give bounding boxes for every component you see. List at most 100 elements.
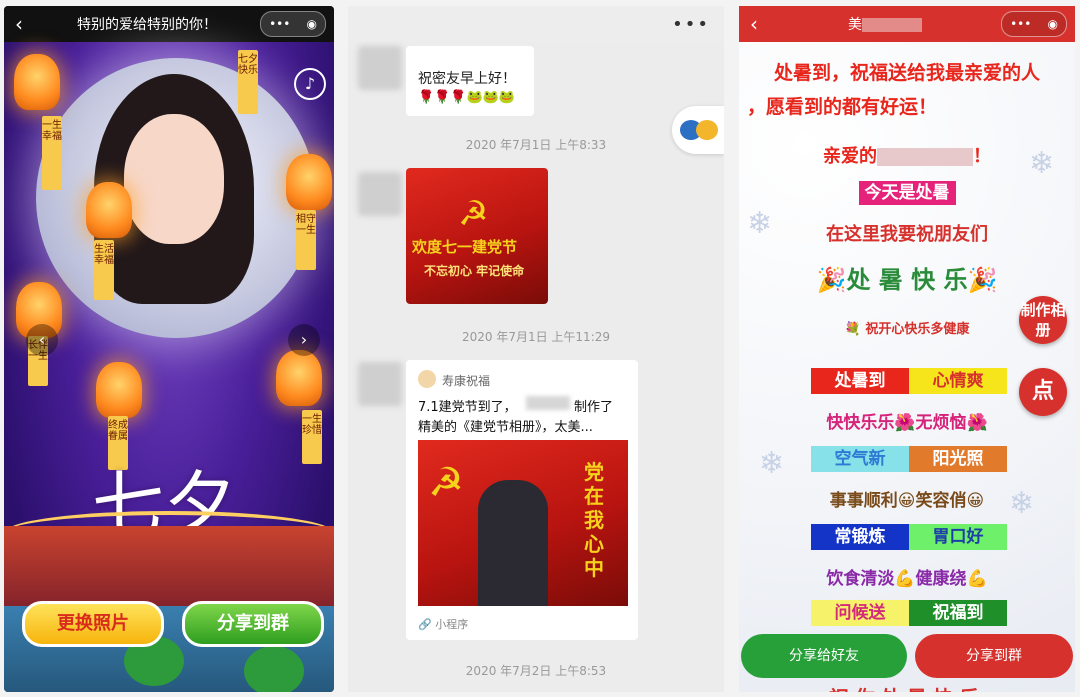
bottom-peek-line: 祝你处暑快乐 [739,682,1075,692]
pair-left: 处暑到 [811,368,909,394]
greeting-pair: 处暑到 心情爽 [811,368,1007,394]
happy-chushu-line: 🎉处 暑 快 乐🎉 [739,260,1075,295]
banner-scroll: 相守一生 [296,210,316,270]
blurred-name [877,148,973,166]
lotus-leaf [244,646,304,692]
change-photo-button[interactable]: 更换照片 [22,601,164,647]
today-line: 今天是处暑 [739,178,1075,205]
source-name: 寿康祝福 [442,374,491,388]
pair-right: 胃口好 [909,524,1007,550]
share-to-group-button[interactable]: 分享到群 [915,634,1073,678]
prev-arrow-icon[interactable]: ‹ [26,324,58,356]
qixi-album-panel: ‹ 特别的爱给特别的你！ ••• ◉ 一生幸福 七夕快乐 生活幸福 相守一生 长… [4,6,334,692]
capsule-menu[interactable]: ••• ◉ [1001,11,1067,37]
close-icon[interactable]: ◉ [306,17,316,31]
pair-right: 心情爽 [909,368,1007,394]
greeting-pair: 问候送 祝福到 [811,600,1007,626]
mini-program-card[interactable]: 寿康祝福 7.1建党节到了， 制作了 精美的《建党节相册》，太美... ☭ 党在… [406,360,638,640]
mini-program-label: 🔗 小程序 [418,616,468,632]
avatar[interactable] [358,46,402,90]
card-desc-b: 制作了 [574,400,614,415]
today-badge: 今天是处暑 [858,181,956,205]
click-label: 点 [1031,379,1054,404]
smooth-line: 事事顺利😀笑容俏😀 [829,491,985,511]
party-popper-icon: 🎉 [967,266,998,294]
banner-text: 欢度七一建党节 [412,238,518,256]
card-desc-c: 精美的《建党节相册》，太美... [418,420,593,435]
card-desc-a: 7.1建党节到了， [418,400,517,415]
banner-scroll: 七夕快乐 [238,50,258,114]
lantern-icon [276,350,322,406]
pair-left: 空气新 [811,446,909,472]
page-title: 特别的爱给特别的你！ [77,17,217,33]
message-text: 祝密友早上好！ [418,71,516,87]
wish-line: 在这里我要祝朋友们 [826,224,988,245]
health-text: 祝开心快乐多健康 [865,322,970,337]
make-album-label: 制作相册 [1020,301,1066,339]
banner-scroll: 一生珍惜 [302,410,322,464]
pair-right: 阳光照 [909,446,1007,472]
music-note-icon[interactable]: ♪ [294,68,326,100]
make-album-button[interactable]: 制作相册 [1019,296,1067,344]
blurred-name [862,18,922,32]
happy-text: 处 暑 快 乐 [846,266,968,294]
dear-line: 亲爱的 ！ [739,142,1075,168]
greeting-line-2: ，愿看到的都有好运！ [747,96,938,118]
back-icon[interactable]: ‹ [739,12,769,36]
lantern-icon [96,362,142,418]
lantern-icon [286,154,332,210]
chat-header [348,6,724,42]
chushu-greeting-panel: ❄ ❄ ❄ ❄ ‹ 美 ••• ◉ 处暑到，祝福送给我最亲爱的人 ，愿看到的都有… [739,6,1075,692]
next-arrow-icon[interactable]: › [288,324,320,356]
capsule-menu[interactable]: ••• ◉ [260,11,326,37]
card-poster-image: ☭ 党在我心中 [418,440,628,606]
greeting-line-1: 处暑到，祝福送给我最亲爱的人 [773,62,1040,84]
party-flag-image[interactable]: ☭ 欢度七一建党节 不忘初心 牢记使命 [406,168,548,304]
mini-program-text: 小程序 [435,618,469,631]
snowflake-icon: ❄ [759,446,785,481]
message-bubble[interactable]: 祝密友早上好！ 🌹🌹🌹🐸🐸🐸 [406,46,534,116]
banner-subtext: 不忘初心 牢记使命 [424,264,525,278]
happy-free-line: 快快乐乐🌺无烦恼🌺 [826,413,988,433]
source-logo-icon [418,370,436,388]
banner-scroll: 生活幸福 [94,240,114,300]
top-bar: ‹ 美 ••• ◉ [739,6,1075,42]
lantern-icon [14,54,60,110]
banner-scroll: 一生幸福 [42,116,62,190]
link-icon: 🔗 [418,618,432,631]
emblem-icon: ☭ [458,194,489,234]
timestamp: 2020 年7月1日 上午8:33 [465,138,607,152]
blurred-name [526,396,570,410]
more-icon[interactable]: ••• [1010,17,1031,31]
poster-text: 党在我心中 [584,460,604,580]
page-title: 美 [769,14,1001,34]
click-button[interactable]: 点 [1019,368,1067,416]
chat-panel: ••• 祝密友早上好！ 🌹🌹🌹🐸🐸🐸 2020 年7月1日 上午8:33 ☭ 欢… [348,6,724,692]
message-emoji: 🌹🌹🌹🐸🐸🐸 [418,90,516,105]
top-bar: ‹ 特别的爱给特别的你！ ••• ◉ [4,6,334,42]
pair-left: 常锻炼 [811,524,909,550]
dear-text: 亲爱的 [823,146,877,167]
emblem-icon: ☭ [428,460,464,506]
avatar[interactable] [358,362,402,406]
timestamp: 2020 年7月2日 上午8:53 [465,664,607,678]
more-icon[interactable]: ••• [269,17,290,31]
title-text: 美 [848,17,862,33]
avatar[interactable] [358,172,402,216]
exclaim-text: ！ [973,146,991,167]
pair-left: 问候送 [811,600,909,626]
share-to-group-button[interactable]: 分享到群 [182,601,324,647]
greeting-pair: 空气新 阳光照 [811,446,1007,472]
more-icon[interactable]: ••• [672,14,710,35]
pair-right: 祝福到 [909,600,1007,626]
share-to-friend-button[interactable]: 分享给好友 [741,634,907,678]
timestamp: 2020 年7月1日 上午11:29 [461,330,611,344]
lantern-icon [86,182,132,238]
flower-icon: 💐 [844,322,861,337]
greeting-pair: 常锻炼 胃口好 [811,524,1007,550]
back-icon[interactable]: ‹ [4,12,34,36]
close-icon[interactable]: ◉ [1047,17,1057,31]
person-figure [478,480,548,606]
portrait-face [124,114,224,244]
diet-line: 饮食清淡💪健康绕💪 [826,569,988,589]
